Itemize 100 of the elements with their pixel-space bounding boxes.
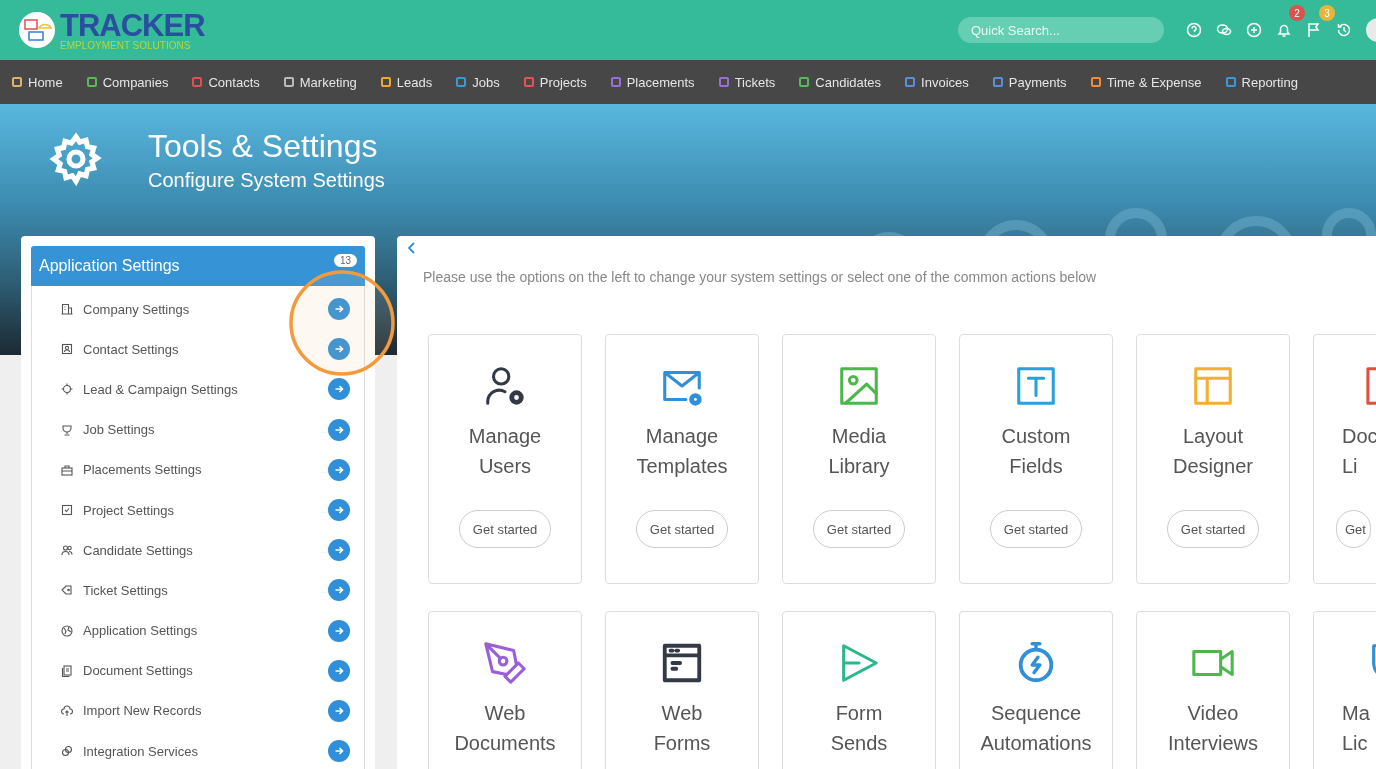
arrow-button[interactable] — [328, 539, 350, 562]
nav-link[interactable]: Payments — [992, 74, 1067, 90]
arrow-button[interactable] — [328, 378, 350, 401]
nav-link[interactable]: Jobs — [456, 74, 500, 90]
settings-link[interactable]: Ticket Settings — [83, 582, 168, 598]
arrow-button[interactable] — [328, 579, 350, 602]
arrow-button[interactable] — [328, 740, 350, 763]
arrow-icon — [334, 344, 344, 355]
link-icon — [61, 745, 73, 758]
card-title: Documents — [454, 731, 556, 756]
building-icon — [61, 303, 73, 316]
history-icon[interactable] — [1336, 22, 1352, 38]
action-card[interactable]: Manage Templates Get started — [605, 334, 759, 584]
get-started-button[interactable]: Get started — [812, 510, 906, 548]
check-icon — [61, 504, 73, 517]
page-subtitle: Configure System Settings — [148, 169, 385, 192]
nav-link[interactable]: Companies — [86, 74, 169, 90]
nav-link[interactable]: Tickets — [718, 74, 776, 90]
card-title: Video — [1187, 701, 1239, 726]
count-badge: 2 — [1289, 5, 1305, 21]
nav-link[interactable]: Candidates — [799, 74, 882, 90]
settings-icon — [48, 131, 104, 187]
arrow-icon — [334, 424, 344, 435]
action-card[interactable]: Ma Lic — [1313, 611, 1376, 769]
get-started-button[interactable]: Get started — [635, 510, 729, 548]
card-title: Manage — [645, 424, 719, 449]
intro-text: Please use the options on the left to change your system settings or select one of the common actions below — [423, 269, 1098, 285]
card-title: Fields — [1009, 454, 1063, 479]
card-title: Sequence — [990, 701, 1082, 726]
arrow-icon — [334, 585, 344, 596]
arrow-button[interactable] — [328, 418, 350, 441]
arrow-button[interactable] — [328, 659, 350, 682]
arrow-icon — [334, 705, 344, 716]
get-started-button[interactable]: Get — [1336, 510, 1371, 548]
card-title: Interviews — [1168, 731, 1258, 756]
arrow-button[interactable] — [328, 699, 350, 722]
chat-icon[interactable] — [1216, 22, 1232, 38]
nav-link[interactable]: Placements — [610, 74, 695, 90]
arrow-button[interactable] — [328, 298, 350, 321]
arrow-button[interactable] — [328, 619, 350, 642]
settings-link[interactable]: Job Settings — [83, 422, 155, 438]
nav-link[interactable]: Invoices — [905, 74, 969, 90]
action-card[interactable]: Web Documents — [428, 611, 582, 769]
arrow-button[interactable] — [328, 458, 350, 481]
settings-link[interactable]: Candidate Settings — [83, 542, 193, 558]
action-card[interactable]: Custom Fields Get started — [959, 334, 1113, 584]
get-started-button[interactable]: Get started — [458, 510, 552, 548]
nav-link[interactable]: Projects — [523, 74, 587, 90]
arrow-icon — [334, 384, 344, 395]
settings-link[interactable]: Application Settings — [83, 623, 198, 639]
action-card[interactable]: Layout Designer Get started — [1136, 334, 1290, 584]
nav-link[interactable]: Contacts — [192, 74, 260, 90]
card-title: Web — [661, 701, 703, 726]
card-title: Layout — [1182, 424, 1243, 449]
settings-link[interactable]: Placements Settings — [83, 462, 202, 478]
action-card[interactable]: Web Forms — [605, 611, 759, 769]
nav-link[interactable]: Home — [12, 74, 63, 90]
nav-link[interactable]: Time & Expense — [1090, 74, 1202, 90]
people-icon — [61, 544, 73, 557]
search-field[interactable]: Quick Search... — [958, 17, 1164, 43]
card-title: Sends — [830, 731, 888, 756]
action-card[interactable]: Video Interviews — [1136, 611, 1290, 769]
action-card[interactable]: Sequence Automations — [959, 611, 1113, 769]
contact-icon — [61, 343, 73, 356]
get-started-button[interactable]: Get started — [989, 510, 1083, 548]
card-title: Lic — [1342, 731, 1368, 756]
arrow-button[interactable] — [328, 338, 350, 361]
arrow-icon — [334, 665, 344, 676]
settings-link[interactable]: Project Settings — [83, 502, 175, 518]
trophy-icon — [61, 423, 73, 436]
card-title: Li — [1342, 454, 1358, 479]
arrow-icon — [334, 464, 344, 475]
arrow-icon — [334, 625, 344, 636]
arrow-icon — [334, 505, 344, 516]
get-started-button[interactable]: Get started — [1166, 510, 1260, 548]
action-card[interactable]: Form Sends — [782, 611, 936, 769]
arrow-button[interactable] — [328, 499, 350, 522]
page-title: Tools & Settings — [148, 128, 379, 165]
count-badge: 13 — [333, 253, 357, 267]
settings-link[interactable]: Lead & Campaign Settings — [83, 381, 238, 397]
nav-link[interactable]: Marketing — [283, 74, 357, 90]
nav-link[interactable]: Leads — [380, 74, 433, 90]
action-card[interactable]: Manage Users Get started — [428, 334, 582, 584]
card-title: Ma — [1342, 701, 1370, 726]
card-title: Web — [484, 701, 526, 726]
card-title: Forms — [653, 731, 711, 756]
arrow-icon — [334, 304, 344, 315]
add-icon[interactable] — [1246, 22, 1262, 38]
card-title: Templates — [636, 454, 728, 479]
help-icon[interactable] — [1186, 22, 1202, 38]
settings-link[interactable]: Integration Services — [83, 743, 198, 759]
settings-link[interactable]: Document Settings — [83, 663, 193, 679]
card-title: Custom — [1001, 424, 1071, 449]
briefcase-icon — [61, 463, 73, 476]
settings-link[interactable]: Company Settings — [83, 301, 190, 317]
nav-link[interactable]: Reporting — [1225, 74, 1298, 90]
settings-link[interactable]: Import New Records — [83, 703, 202, 719]
action-card[interactable]: Media Library Get started — [782, 334, 936, 584]
settings-link[interactable]: Contact Settings — [83, 341, 179, 357]
arrow-icon — [334, 746, 344, 757]
